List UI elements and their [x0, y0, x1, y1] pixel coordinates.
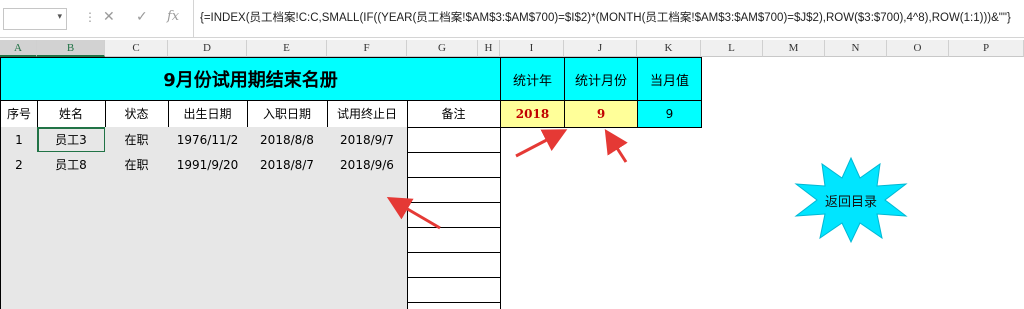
arrow-to-table — [386, 196, 441, 230]
arrow-to-year — [515, 129, 568, 158]
arrow-to-month — [604, 128, 628, 163]
return-button-label: 返回目录 — [824, 194, 877, 210]
annotation-arrows — [386, 128, 628, 230]
return-to-index-button[interactable]: 返回目录 — [792, 156, 910, 247]
